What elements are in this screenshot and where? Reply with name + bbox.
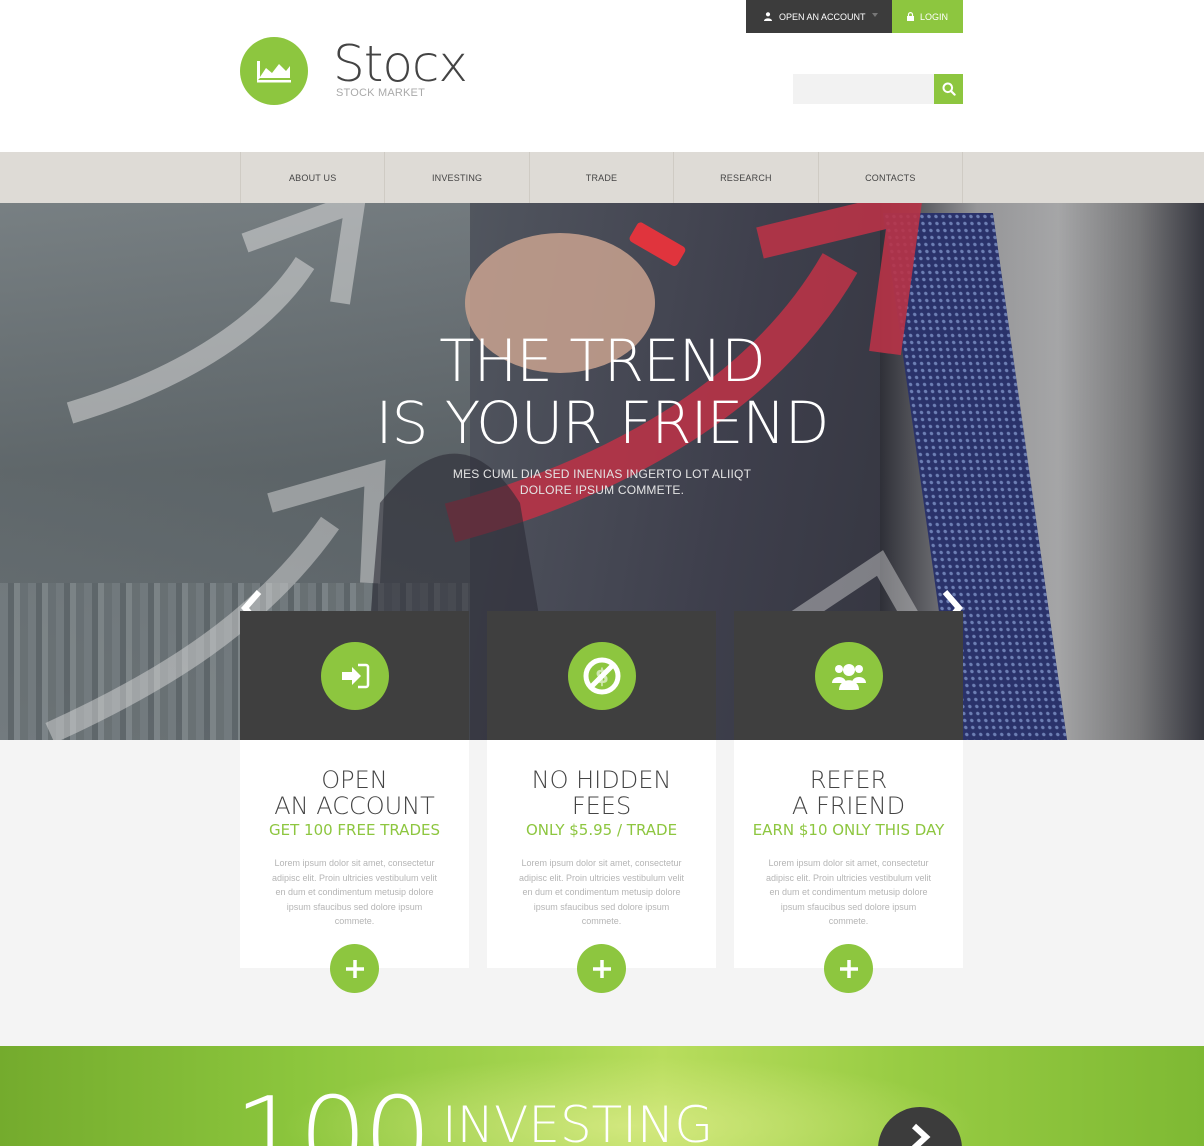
svg-text:$: $ [595,664,609,688]
card-title: NO HIDDEN FEES [487,767,716,819]
hero-subtitle-line: DOLORE IPSUM COMMETE. [519,483,685,497]
main-nav: ABOUT US INVESTING TRADE RESEARCH CONTAC… [0,152,1204,203]
feature-card-refer-friend: REFER A FRIEND EARN $10 ONLY THIS DAY Lo… [734,611,963,993]
hero-title-line: THE TREND [439,327,766,395]
plus-icon [592,959,611,978]
open-account-button[interactable]: OPEN AN ACCOUNT [746,0,892,33]
card-icon-circle: $ [567,641,636,710]
caret-down-icon [872,13,878,17]
hero-title: THE TREND IS YOUR FRIEND [300,330,904,454]
card-subtitle: EARN $10 ONLY THIS DAY [752,821,945,839]
nav-item-research[interactable]: RESEARCH [674,152,819,203]
banner-number: 100 [234,1075,432,1146]
search-form [793,74,963,104]
logo-icon[interactable] [240,37,308,105]
card-title: REFER A FRIEND [734,767,963,819]
card-title-line: NO HIDDEN [531,766,672,794]
search-input[interactable] [793,74,934,104]
card-icon-circle [320,641,389,710]
card-icon-circle [814,641,883,710]
card-subtitle: GET 100 FREE TRADES [269,821,440,839]
login-label: LOGIN [920,11,949,22]
top-bar: OPEN AN ACCOUNT LOGIN [746,0,963,33]
card-header: $ [487,611,716,740]
card-text: Lorem ipsum dolor sit amet, consectetur … [518,858,685,926]
card-text: Lorem ipsum dolor sit amet, consectetur … [271,858,438,926]
login-button[interactable]: LOGIN [892,0,963,33]
card-header [734,611,963,740]
nav-item-trade[interactable]: TRADE [530,152,675,203]
chevron-right-icon [911,1123,931,1146]
card-header [240,611,469,740]
plus-icon [839,959,858,978]
nav-label: INVESTING [431,172,483,183]
search-button[interactable] [934,74,963,104]
card-title-line: FEES [571,792,632,820]
hero-title-line: IS YOUR FRIEND [375,389,830,457]
search-icon [942,82,956,96]
card-title: OPEN AN ACCOUNT [240,767,469,819]
nav-label: CONTACTS [865,172,916,183]
banner-text: INVESTING [442,1096,714,1146]
card-subtitle: ONLY $5.95 / TRADE [525,821,678,839]
nav-label: ABOUT US [288,172,337,183]
open-account-label: OPEN AN ACCOUNT [779,11,866,22]
user-icon [764,12,772,21]
card-title-line: REFER [809,766,888,794]
nav-item-contacts[interactable]: CONTACTS [819,152,964,203]
logo-title[interactable]: Stocx [333,36,468,92]
card-text: Lorem ipsum dolor sit amet, consectetur … [765,858,932,926]
card-title-line: AN ACCOUNT [274,792,435,820]
card-more-button[interactable] [824,944,873,993]
card-title-line: A FRIEND [791,792,906,820]
users-icon [831,663,866,690]
feature-cards: OPEN AN ACCOUNT GET 100 FREE TRADES Lore… [240,611,963,993]
hero-subtitle: MES CUML DIA SED INENIAS INGERTO LOT ALI… [400,466,804,498]
feature-card-open-account: OPEN AN ACCOUNT GET 100 FREE TRADES Lore… [240,611,469,993]
nav-label: RESEARCH [720,172,772,183]
lock-icon [907,12,914,21]
nav-item-investing[interactable]: INVESTING [385,152,530,203]
nav-item-about-us[interactable]: ABOUT US [241,152,386,203]
hero-subtitle-line: MES CUML DIA SED INENIAS INGERTO LOT ALI… [452,467,752,481]
header: OPEN AN ACCOUNT LOGIN Stocx STOCK MARKET [0,0,1204,152]
card-more-button[interactable] [577,944,626,993]
feature-card-no-hidden-fees: $ NO HIDDEN FEES ONLY $5.95 / TRADE Lore… [487,611,716,993]
sign-in-icon [341,663,369,688]
chart-area-icon [257,61,291,83]
nav-label: TRADE [585,172,618,183]
no-dollar-icon: $ [583,657,620,694]
plus-icon [345,959,364,978]
card-more-button[interactable] [330,944,379,993]
logo-subtitle: STOCK MARKET [336,87,425,99]
card-title-line: OPEN [321,766,388,794]
